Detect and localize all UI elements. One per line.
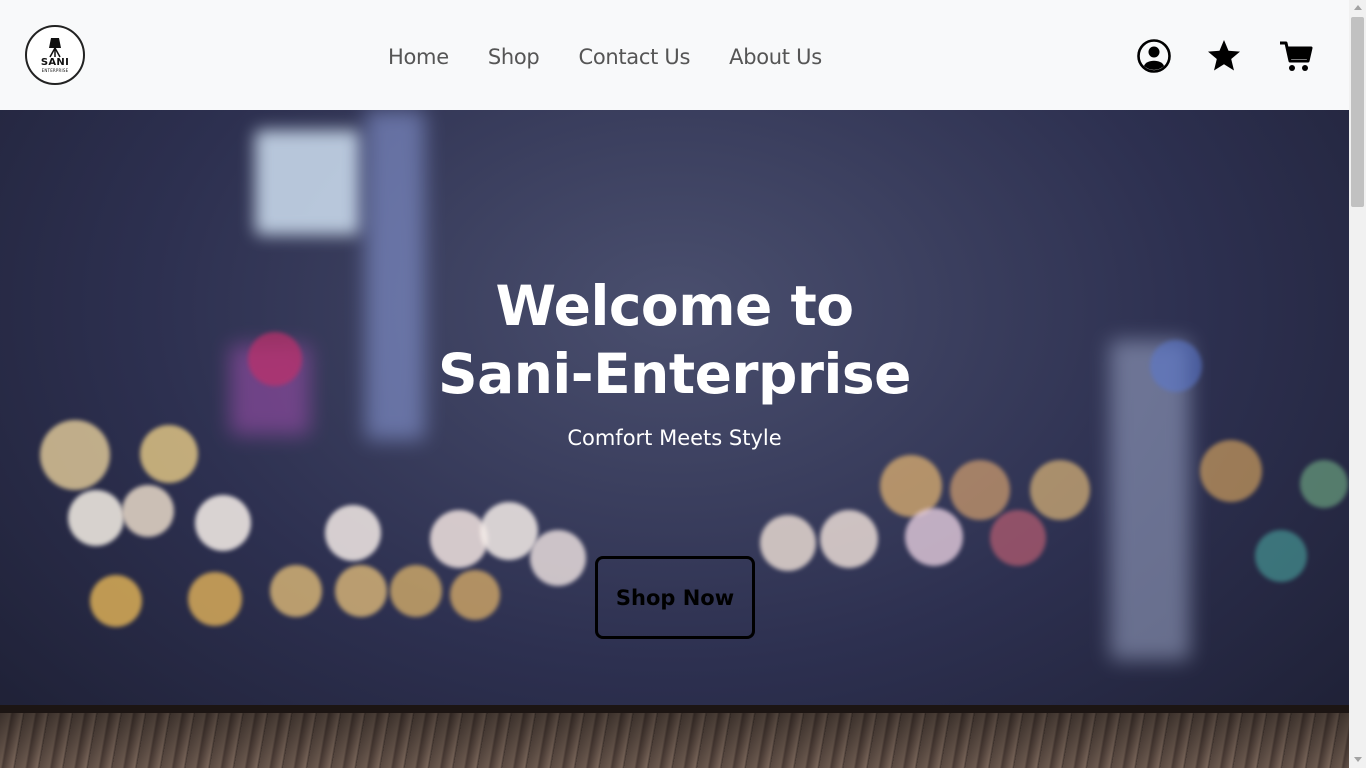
user-circle-icon[interactable] bbox=[1136, 38, 1172, 74]
hero-bg-light bbox=[480, 502, 538, 560]
hero-title: Welcome to Sani-Enterprise bbox=[438, 274, 911, 406]
brand-logo[interactable]: SANI ENTERPRISE bbox=[25, 25, 85, 85]
nav-home[interactable]: Home bbox=[388, 45, 449, 69]
hero-bg-light bbox=[255, 130, 360, 235]
hero-bg-light bbox=[140, 425, 198, 483]
hero-bg-light bbox=[195, 495, 251, 551]
hero-bg-light bbox=[1255, 530, 1307, 582]
hero-bg-light bbox=[335, 565, 387, 617]
hero-bg-light bbox=[248, 332, 302, 386]
hero-bg-light bbox=[905, 508, 963, 566]
nav-about-us[interactable]: About Us bbox=[729, 45, 822, 69]
cart-icon[interactable] bbox=[1278, 38, 1314, 74]
wooden-deck bbox=[0, 705, 1349, 768]
scroll-down-arrow-icon[interactable] bbox=[1354, 757, 1362, 762]
site-header: SANI ENTERPRISE Home Shop Contact Us Abo… bbox=[0, 0, 1349, 110]
hero-bg-light bbox=[1030, 460, 1090, 520]
hero-bg-light bbox=[1200, 440, 1262, 502]
hero-bg-light bbox=[760, 515, 816, 571]
hero-bg-light bbox=[530, 530, 586, 586]
hero-bg-light bbox=[990, 510, 1046, 566]
hero-bg-light bbox=[188, 572, 242, 626]
lamp-icon bbox=[49, 37, 61, 57]
hero-bg-light bbox=[270, 565, 322, 617]
hero-bg-light bbox=[122, 485, 174, 537]
hero-bg-light bbox=[68, 490, 124, 546]
hero-content: Welcome to Sani-Enterprise Comfort Meets… bbox=[434, 272, 915, 450]
scroll-thumb[interactable] bbox=[1351, 17, 1364, 207]
hero-bg-light bbox=[1150, 340, 1202, 392]
nav-shop[interactable]: Shop bbox=[488, 45, 540, 69]
main-nav: Home Shop Contact Us About Us bbox=[388, 42, 861, 72]
scroll-up-arrow-icon[interactable] bbox=[1354, 5, 1362, 10]
hero-bg-light bbox=[430, 510, 488, 568]
hero-bg-light bbox=[1300, 460, 1348, 508]
logo-subtext: ENTERPRISE bbox=[41, 67, 69, 73]
page-scrollbar[interactable] bbox=[1349, 0, 1366, 768]
hero-bg-light bbox=[365, 110, 425, 440]
hero-bg-light bbox=[450, 570, 500, 620]
hero-bg-light bbox=[325, 505, 381, 561]
logo-text: SANI bbox=[40, 56, 70, 68]
hero-bg-light bbox=[40, 420, 110, 490]
nav-contact-us[interactable]: Contact Us bbox=[578, 45, 690, 69]
shop-now-button[interactable]: Shop Now bbox=[595, 556, 755, 639]
hero-bg-light bbox=[950, 460, 1010, 520]
hero-subtitle: Comfort Meets Style bbox=[567, 426, 782, 450]
hero-bg-light bbox=[820, 510, 878, 568]
star-icon[interactable] bbox=[1206, 38, 1242, 74]
hero-bg-light bbox=[390, 565, 442, 617]
hero-banner: Welcome to Sani-Enterprise Comfort Meets… bbox=[0, 110, 1349, 768]
hero-bg-light bbox=[90, 575, 142, 627]
